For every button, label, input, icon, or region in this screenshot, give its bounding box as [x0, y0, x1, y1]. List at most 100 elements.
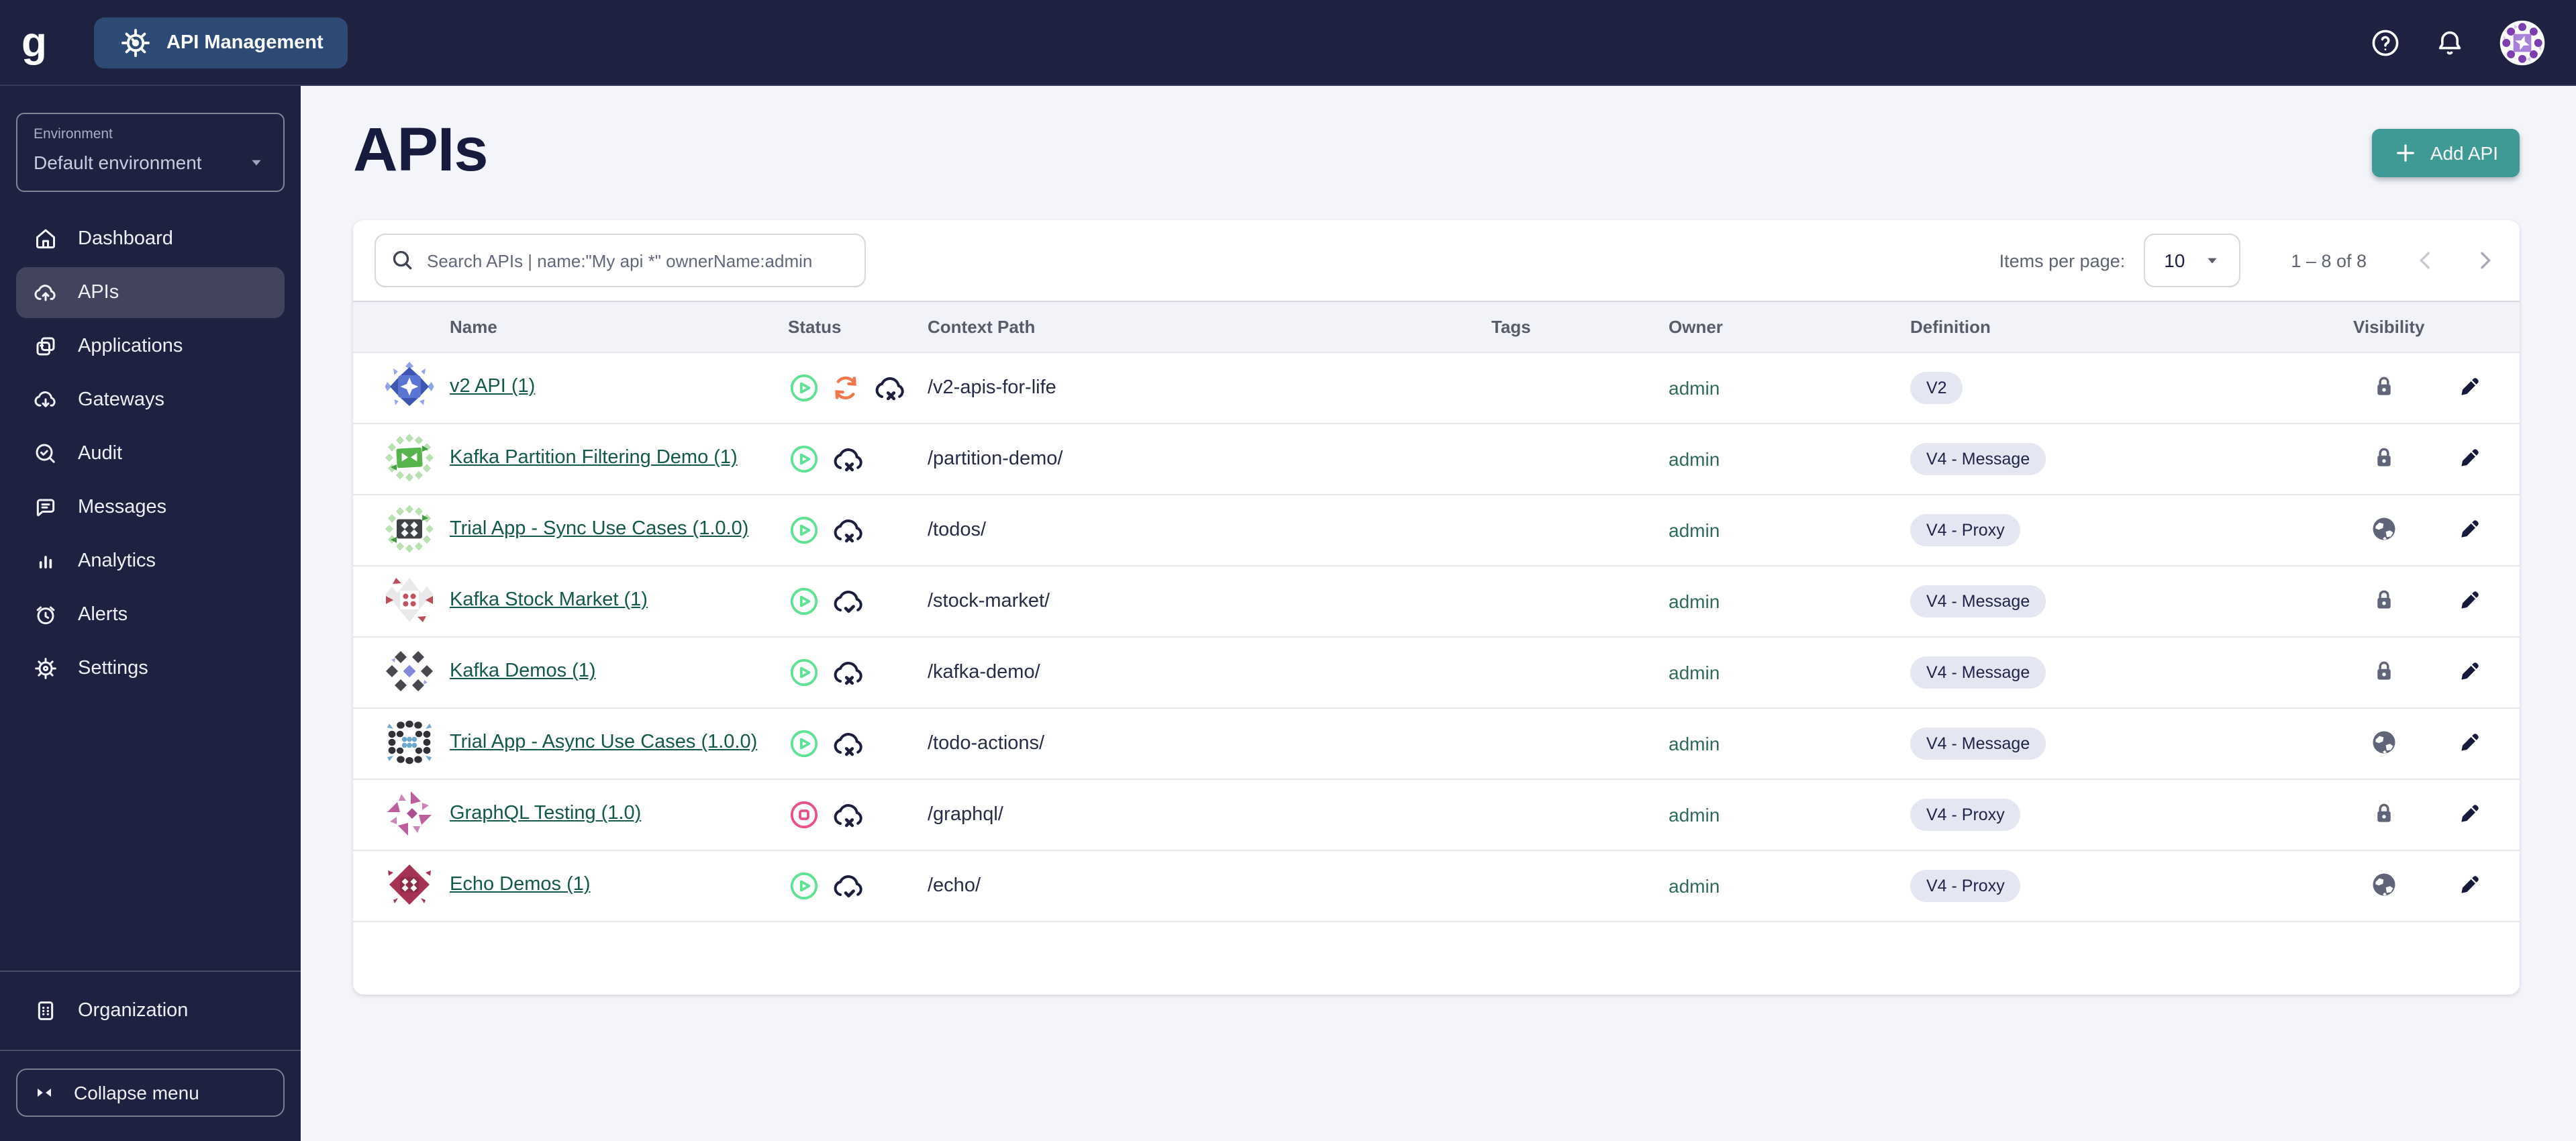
environment-select[interactable]: Environment Default environment [16, 113, 285, 192]
api-avatar [383, 573, 436, 626]
pencil-icon [2455, 585, 2485, 614]
message-icon [32, 494, 59, 521]
next-page-button[interactable] [2471, 247, 2498, 274]
add-api-label: Add API [2430, 142, 2498, 164]
api-name-link[interactable]: Kafka Demos (1) [450, 659, 596, 685]
api-avatar [383, 786, 436, 840]
api-name-link[interactable]: Trial App - Async Use Cases (1.0.0) [450, 730, 757, 756]
col-header-actions [2455, 301, 2520, 352]
notifications-button[interactable] [2434, 26, 2466, 58]
sidebar-bottom: Organization Collapse menu [0, 957, 301, 1117]
api-tags [1491, 565, 1669, 637]
chevron-down-icon [246, 152, 267, 173]
user-menu-button[interactable] [2498, 18, 2546, 66]
not-deployed-status-icon [830, 513, 864, 548]
top-bar: g API Management [0, 0, 2576, 86]
chevron-right-icon [2471, 247, 2498, 274]
add-api-button[interactable]: Add API [2372, 129, 2520, 177]
api-context-path: /partition-demo/ [928, 423, 1491, 495]
home-icon [32, 226, 59, 252]
api-context-path: /todo-actions/ [928, 707, 1491, 779]
api-tags [1491, 494, 1669, 566]
sidebar-item-audit[interactable]: Audit [16, 428, 285, 479]
api-started-status-icon [788, 870, 820, 902]
edit-api-button[interactable] [2455, 585, 2485, 614]
app-root: g API Management Environment Default env… [0, 0, 2576, 1141]
api-name-link[interactable]: Echo Demos (1) [450, 873, 591, 899]
definition-badge: V4 - Message [1910, 728, 2046, 760]
edit-api-button[interactable] [2455, 869, 2485, 899]
search-input[interactable] [375, 234, 866, 287]
api-avatar [383, 359, 436, 413]
sidebar-item-label: APIs [78, 282, 119, 303]
private-lock-icon [2369, 656, 2399, 685]
not-deployed-status-icon [830, 442, 864, 477]
api-name-link[interactable]: GraphQL Testing (1.0) [450, 801, 641, 828]
items-per-page-value: 10 [2164, 250, 2185, 271]
edit-api-button[interactable] [2455, 727, 2485, 756]
apps-icon [32, 333, 59, 360]
previous-page-button[interactable] [2412, 247, 2439, 274]
plus-icon [2394, 141, 2418, 165]
api-started-status-icon [788, 728, 820, 760]
sidebar-item-label: Analytics [78, 550, 156, 572]
api-avatar [383, 644, 436, 697]
definition-badge: V4 - Message [1910, 585, 2046, 617]
sidebar-item-analytics[interactable]: Analytics [16, 536, 285, 587]
sidebar-item-settings[interactable]: Settings [16, 643, 285, 694]
sidebar: Environment Default environment Dashboar… [0, 86, 301, 1141]
analytics-icon [32, 548, 59, 575]
sidebar-item-organization[interactable]: Organization [16, 985, 285, 1036]
api-table-row: Kafka Partition Filtering Demo (1) /parti… [353, 423, 2520, 495]
api-name-link[interactable]: v2 API (1) [450, 375, 535, 401]
api-tags [1491, 779, 1669, 850]
chevron-left-icon [2412, 247, 2439, 274]
api-status [788, 370, 928, 405]
environment-value: Default environment [34, 152, 202, 173]
cloud-up-icon [32, 279, 59, 306]
items-per-page-select[interactable]: 10 [2144, 234, 2240, 287]
api-started-status-icon [788, 656, 820, 689]
sidebar-item-gateways[interactable]: Gateways [16, 375, 285, 426]
sidebar-item-messages[interactable]: Messages [16, 482, 285, 533]
sidebar-item-dashboard[interactable]: Dashboard [16, 213, 285, 264]
sidebar-menu: Dashboard APIs Applications Gateways Audit Me… [16, 213, 285, 694]
api-table-row: GraphQL Testing (1.0) /graphql/admin V4 - … [353, 779, 2520, 850]
public-globe-icon [2369, 727, 2399, 756]
help-button[interactable] [2369, 26, 2401, 58]
sidebar-item-apis[interactable]: APIs [16, 267, 285, 318]
out-of-sync-status-icon [830, 372, 862, 404]
edit-api-button[interactable] [2455, 513, 2485, 543]
api-owner: admin [1669, 565, 1910, 637]
edit-api-button[interactable] [2455, 371, 2485, 401]
api-status [788, 513, 928, 548]
col-header-name: Name [439, 301, 788, 352]
sidebar-item-alerts[interactable]: Alerts [16, 589, 285, 640]
sidebar-secondary-menu: Organization [16, 985, 285, 1036]
product-label: API Management [166, 32, 324, 53]
api-tags [1491, 423, 1669, 495]
product-switcher-api-management[interactable]: API Management [94, 17, 348, 68]
api-name-link[interactable]: Kafka Stock Market (1) [450, 588, 648, 614]
edit-api-button[interactable] [2455, 442, 2485, 472]
api-name-link[interactable]: Kafka Partition Filtering Demo (1) [450, 446, 738, 472]
sidebar-item-applications[interactable]: Applications [16, 321, 285, 372]
edit-api-button[interactable] [2455, 656, 2485, 685]
table-header-row: Name Status Context Path Tags Owner Defi… [353, 301, 2520, 352]
pencil-icon [2455, 656, 2485, 685]
col-header-visibility: Visibility [2353, 301, 2455, 352]
api-status [788, 655, 928, 690]
private-lock-icon [2369, 371, 2399, 401]
api-tags [1491, 707, 1669, 779]
private-lock-icon [2369, 585, 2399, 614]
edit-api-button[interactable] [2455, 798, 2485, 828]
main-content: APIs Add API Items per page: 10 1 – [301, 86, 2576, 1141]
deployed-status-icon [830, 869, 864, 903]
collapse-menu-button[interactable]: Collapse menu [16, 1069, 285, 1117]
sidebar-item-label: Alerts [78, 604, 128, 626]
pagination-range: 1 – 8 of 8 [2291, 250, 2367, 270]
api-name-link[interactable]: Trial App - Sync Use Cases (1.0.0) [450, 517, 748, 543]
pencil-icon [2455, 442, 2485, 472]
public-globe-icon [2369, 869, 2399, 899]
col-header-context-path: Context Path [928, 301, 1491, 352]
